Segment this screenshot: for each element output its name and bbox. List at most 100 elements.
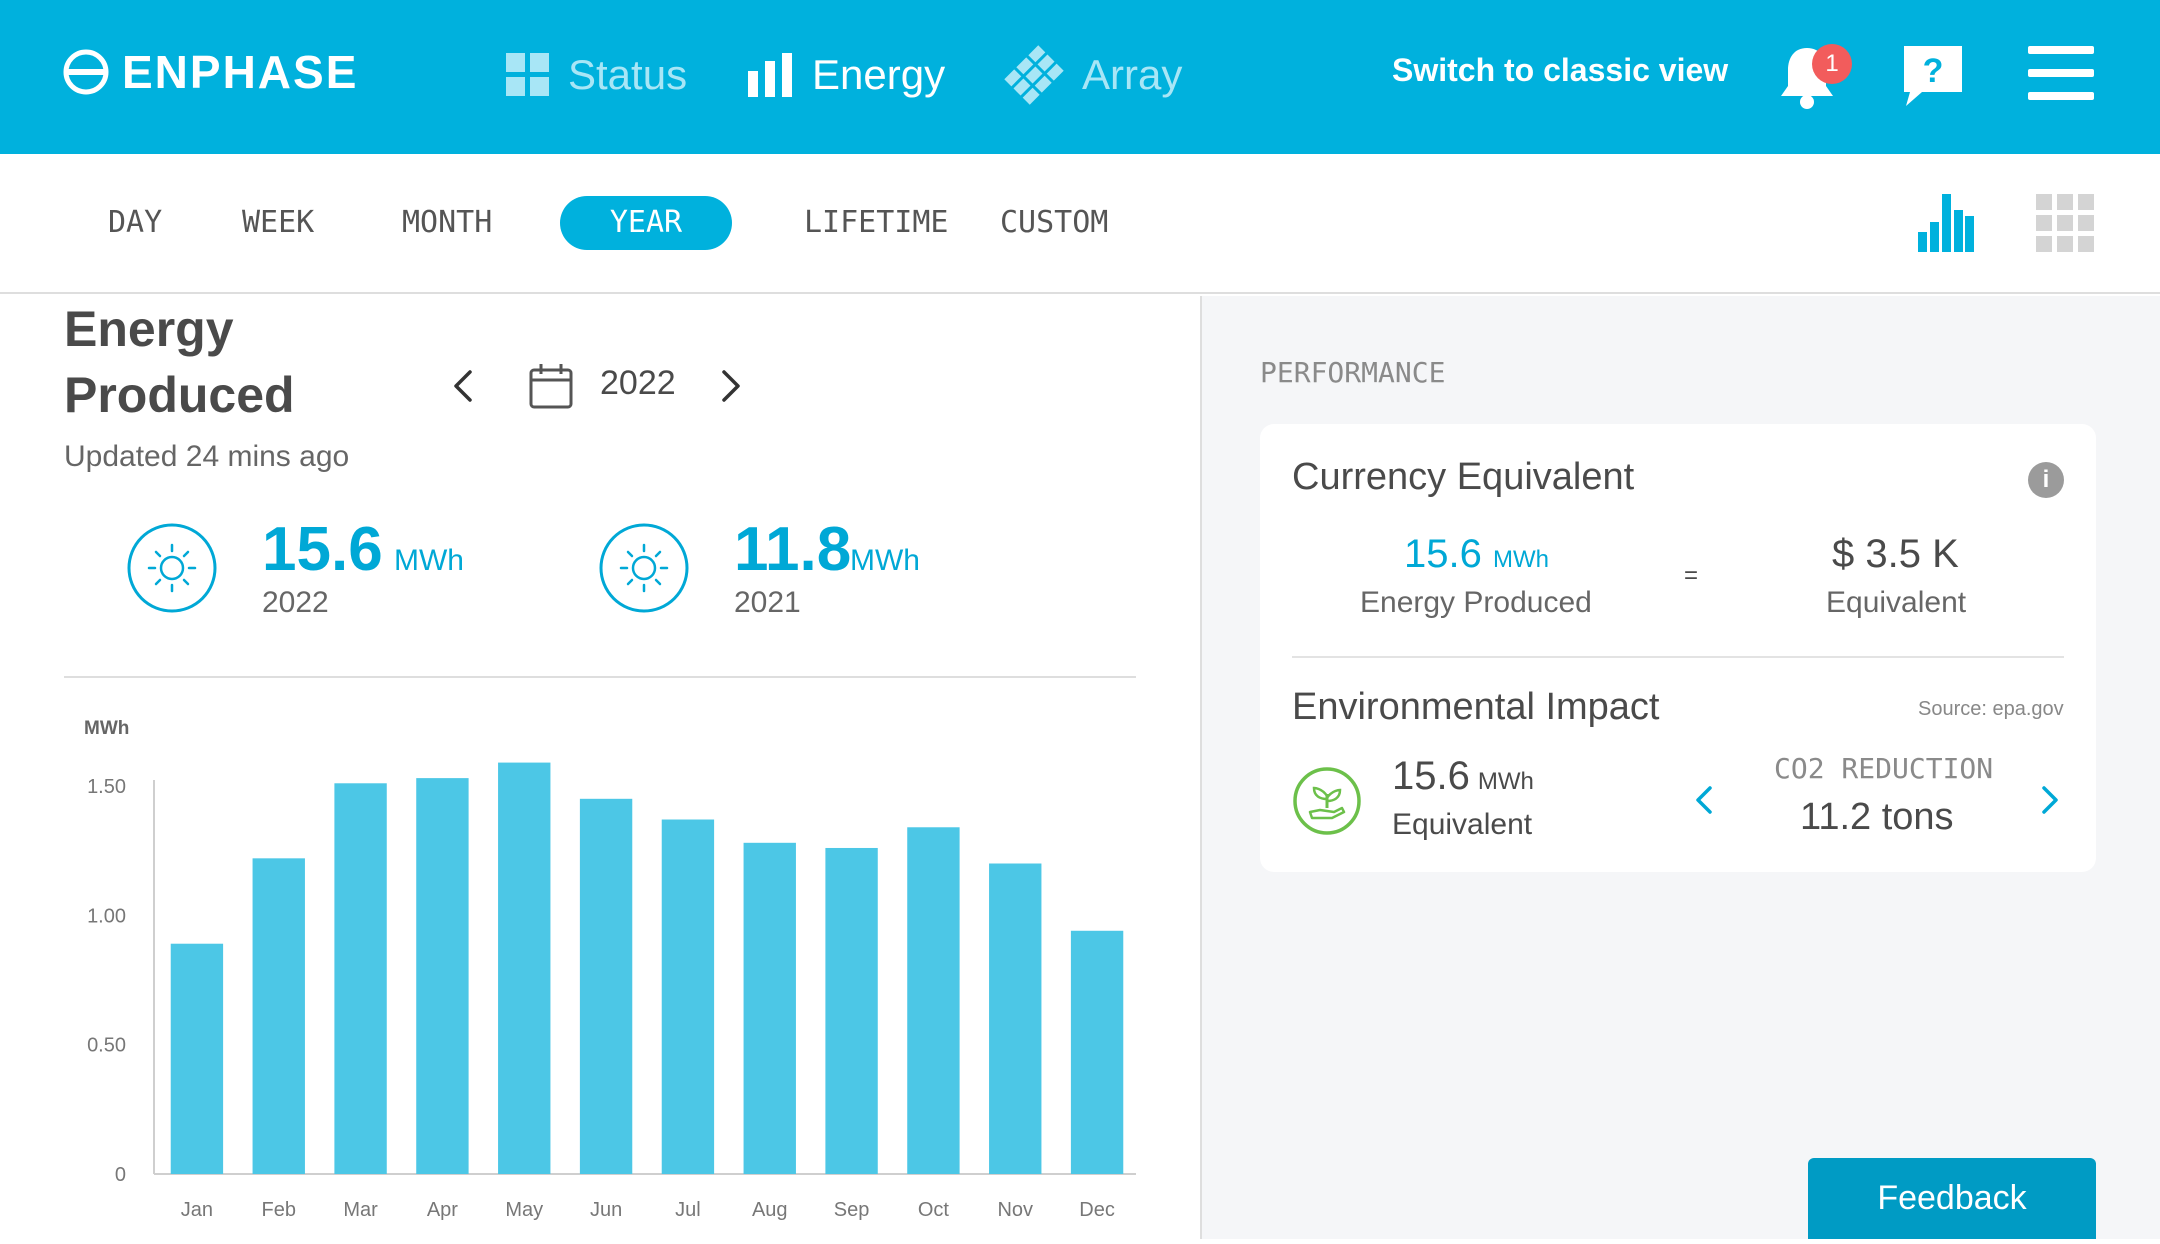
title-line-1: Energy [64,301,234,357]
x-tick-label: Feb [262,1199,296,1221]
x-tick-label: Sep [834,1199,870,1221]
chart-view-icon[interactable] [1918,194,1974,252]
currency-equivalent-title: Currency Equivalent [1292,456,1635,498]
co2-reduction-value: 11.2 tons [1800,796,1954,838]
help-chat-icon[interactable]: ? [1902,44,1964,108]
table-view-icon[interactable] [2036,194,2094,252]
enphase-logo-icon [63,49,109,95]
stat-2022-year: 2022 [262,586,329,619]
x-tick-label: Oct [918,1199,950,1221]
logo-text: ENPHASE [122,46,359,98]
help-glyph: ? [1923,52,1944,90]
array-icon [1004,45,1064,105]
next-year-arrow-icon[interactable] [710,366,750,406]
plant-hand-icon [1293,767,1361,835]
chart-bar-jul [661,819,715,1174]
chart-svg: 0 0.50 1.00 1.50 Jan Feb Mar Apr May Jun Jul Aug Sep… [87,762,1136,1221]
grid-cell [2078,194,2094,210]
x-tick-label: Mar [343,1199,378,1221]
stat-2021-year: 2021 [734,586,801,619]
chart-bar-jun [579,798,633,1174]
co2-reduction-label: CO2 REDUCTION [1774,752,1994,785]
currency-value-label: Equivalent [1826,586,1967,619]
chart-y-unit: MWh [84,718,130,739]
grid-cell [2078,215,2094,231]
tab-year[interactable]: YEAR [560,196,732,250]
grid-cell [2078,236,2094,252]
grid-cell [2036,194,2052,210]
energy-bar-chart: MWh 0 0.50 1.00 1.50 Jan Feb Mar Apr May Jun Jul Au… [60,700,1150,1239]
environment-energy-value: 15.6 MWh [1392,754,1534,799]
time-range-tabs: DAY WEEK MONTH YEAR LIFETIME CUSTOM [0,154,2160,294]
nav-energy-label: Energy [812,51,946,98]
x-tick-label: May [505,1199,543,1221]
chart-bar-oct [907,827,960,1174]
chart-bar-sep [825,847,878,1174]
notification-badge: 1 [1812,44,1852,84]
x-tick-label: Jul [675,1199,701,1221]
grid-cell [2057,236,2073,252]
x-tick-label: Aug [752,1199,788,1221]
x-tick-label: Jan [181,1199,213,1221]
nav-array[interactable]: Array [1004,44,1182,106]
nav-status-label: Status [568,51,688,98]
tab-custom[interactable]: CUSTOM [1000,196,1108,250]
tab-day[interactable]: DAY [108,196,162,250]
page-title: Energy Produced [64,296,404,428]
grid-cell [2036,215,2052,231]
x-tick-label: Dec [1079,1199,1115,1221]
y-tick-label: 0 [115,1164,126,1186]
section-divider [64,676,1136,678]
sun-icon [127,523,217,613]
chart-bar-nov [989,863,1042,1174]
chevron-right-icon[interactable] [2034,780,2064,820]
tab-lifetime[interactable]: LIFETIME [804,196,949,250]
grid-icon [506,53,549,96]
currency-value: $ 3.5 K [1832,532,1959,576]
environment-energy-number: 15.6 [1392,754,1470,798]
last-updated-text: Updated 24 mins ago [64,440,350,473]
top-navigation-bar: ENPHASE Status Energy Array Switch to cl… [0,0,2160,154]
chart-bar-mar [334,783,387,1174]
chart-bar-dec [1070,930,1124,1174]
chart-bar-jan [170,943,224,1174]
sun-icon [599,523,689,613]
menu-line [2028,46,2094,54]
tab-month[interactable]: MONTH [402,196,492,250]
enphase-logo[interactable]: ENPHASE [62,44,358,100]
selected-year[interactable]: 2022 [600,364,676,403]
currency-energy-number: 15.6 [1404,532,1482,576]
nav-status[interactable]: Status [506,44,687,106]
chevron-left-icon[interactable] [1690,780,1720,820]
hamburger-menu-icon[interactable] [2028,46,2094,100]
y-tick-label: 0.50 [87,1035,126,1057]
tab-week[interactable]: WEEK [242,196,314,250]
calendar-icon[interactable] [528,362,574,410]
grid-cell [2057,215,2073,231]
stat-2021-value: 11.8 [734,515,852,584]
currency-energy-value: 15.6 MWh [1404,532,1549,577]
y-tick-label: 1.00 [87,905,126,927]
y-tick-label: 1.50 [87,776,126,798]
grid-cell [2036,236,2052,252]
environmental-impact-title: Environmental Impact [1292,686,1660,728]
nav-array-label: Array [1082,51,1183,98]
environment-energy-label: Equivalent [1392,808,1533,841]
menu-line [2028,69,2094,77]
card-divider [1292,656,2064,658]
stat-2022-value: 15.6 [262,515,383,584]
currency-energy-label: Energy Produced [1360,586,1592,619]
equals-sign: = [1684,562,1699,589]
previous-year-arrow-icon[interactable] [444,366,484,406]
feedback-button[interactable]: Feedback [1808,1158,2096,1239]
info-icon[interactable]: i [2028,462,2064,498]
nav-energy[interactable]: Energy [748,44,945,106]
chart-bar-aug [743,842,796,1174]
chart-bar-may [498,762,551,1174]
x-tick-label: Nov [997,1199,1033,1221]
switch-classic-view-link[interactable]: Switch to classic view [1392,52,1728,89]
source-text: Source: epa.gov [1918,698,2064,720]
performance-heading: PERFORMANCE [1260,356,1446,389]
chart-bar-feb [252,858,305,1174]
bar-chart-icon [748,53,792,97]
